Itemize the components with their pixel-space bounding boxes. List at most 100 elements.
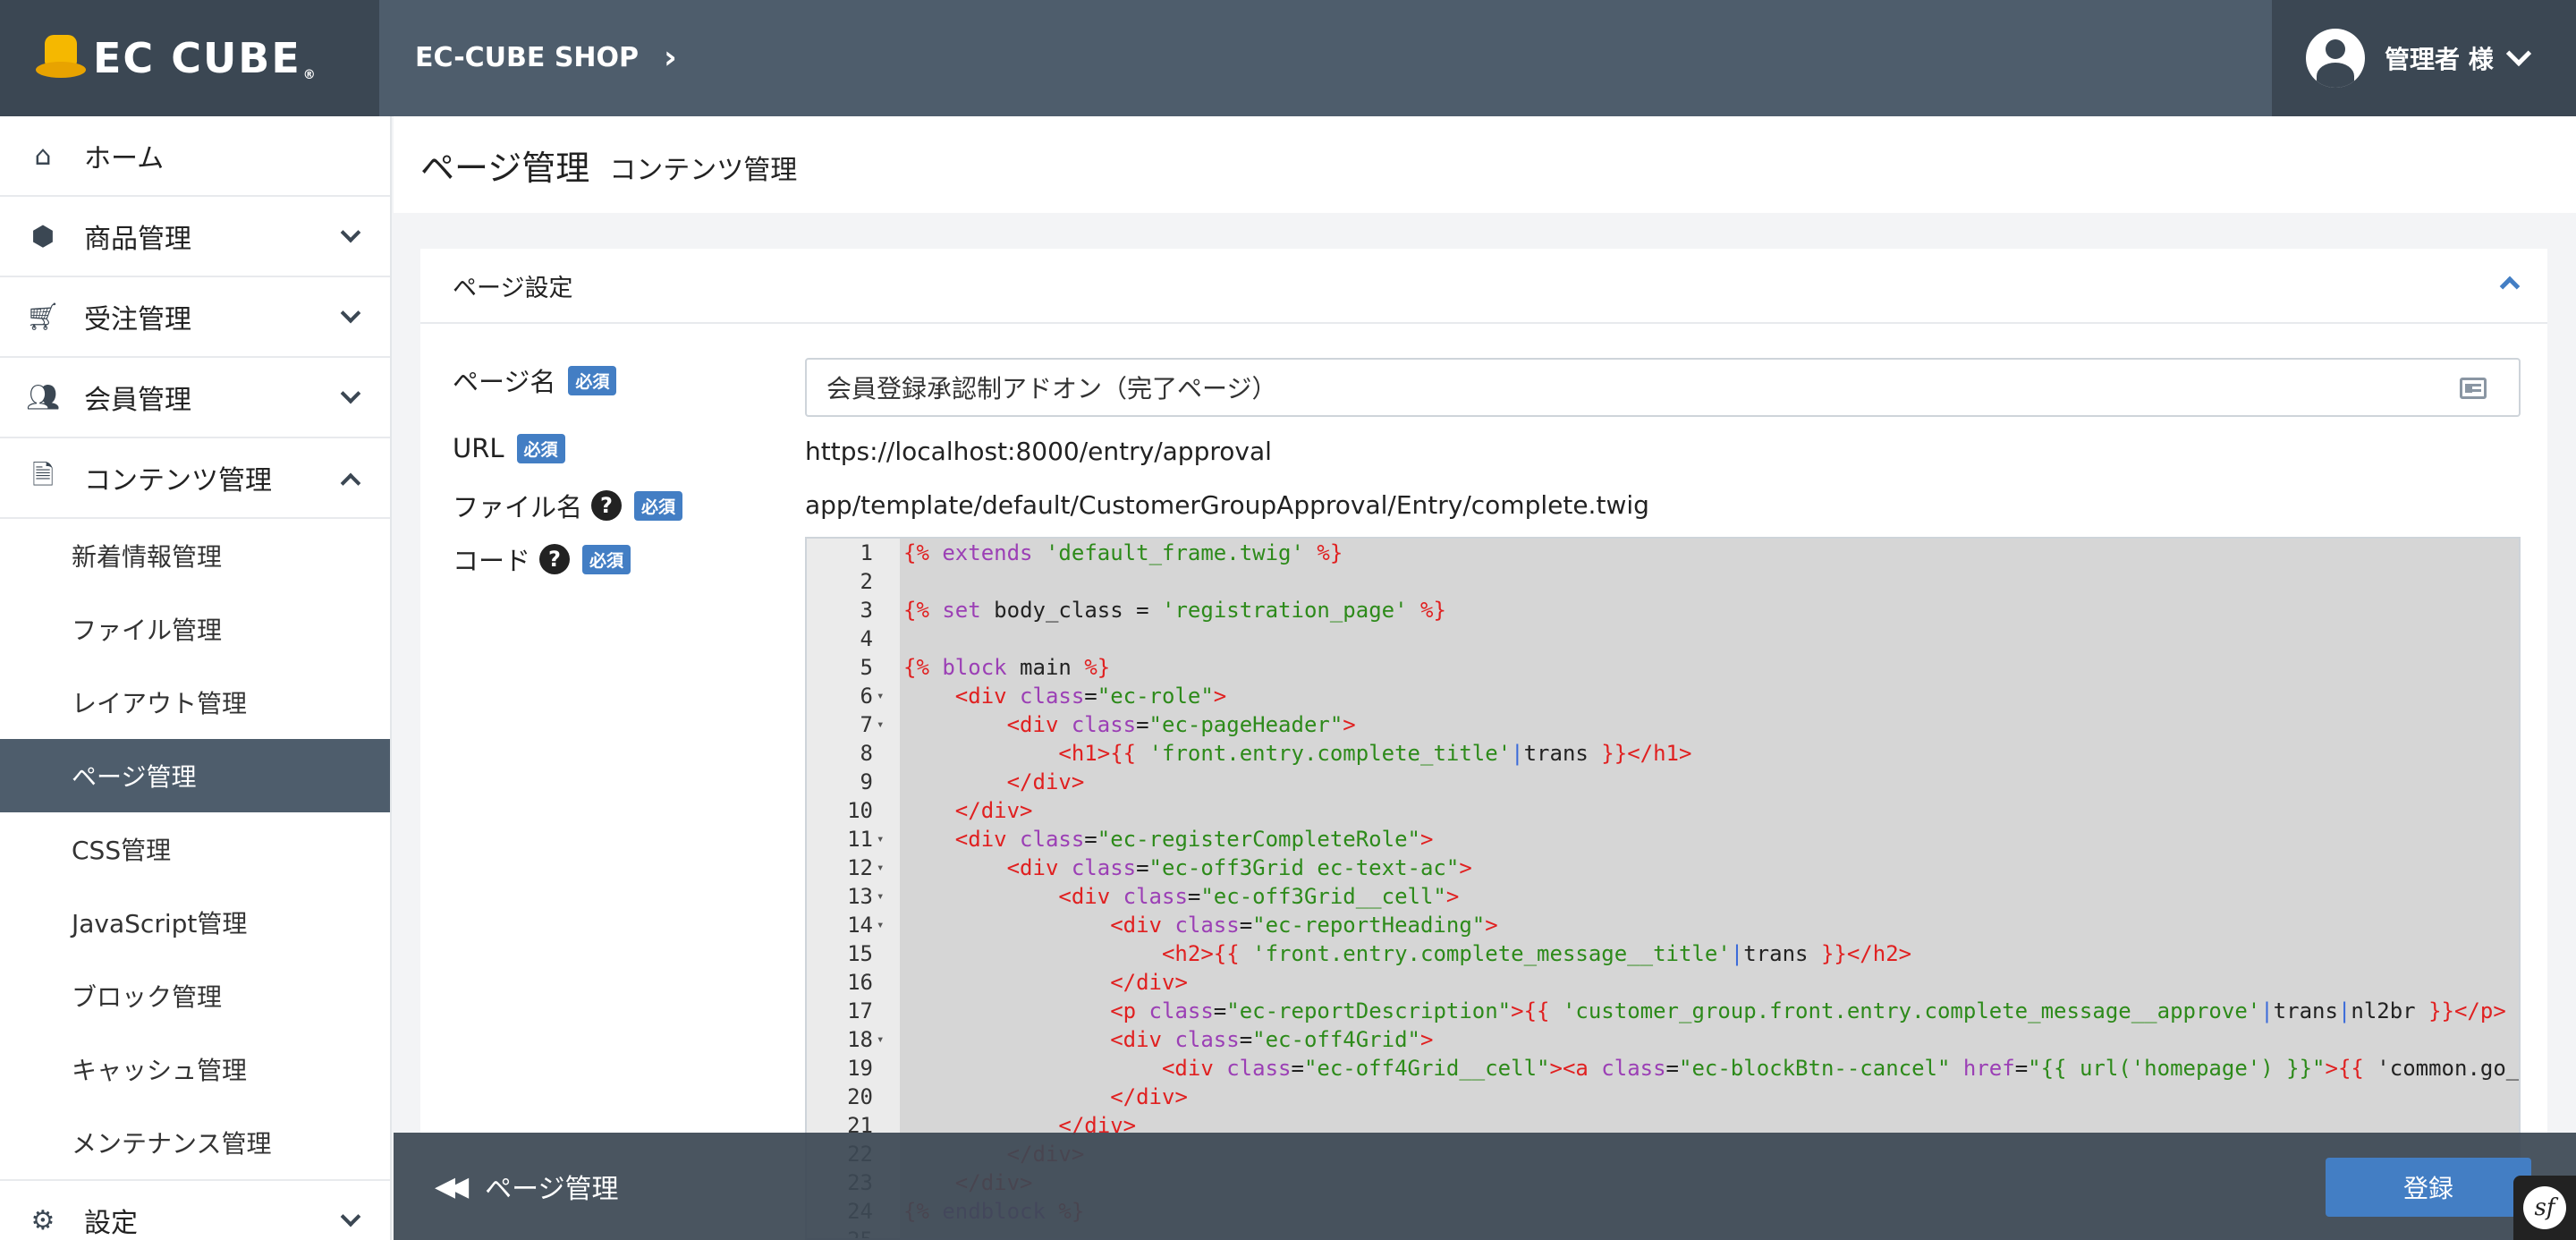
back-link[interactable]: ページ管理: [485, 1167, 618, 1206]
page-name-label: ページ名 必須: [453, 361, 617, 399]
ec-cube-logo[interactable]: EC CUBE ®: [36, 34, 318, 82]
sidebar-item-label: 会員管理: [84, 385, 191, 416]
code-line[interactable]: 19 <div class="ec-off4Grid__cell"><a cla…: [807, 1054, 2519, 1083]
line-number: 16: [847, 970, 873, 995]
page-title: ページ管理: [420, 148, 590, 188]
sidebar-subitem-javascript[interactable]: JavaScript管理: [0, 886, 390, 959]
double-chevron-left-icon[interactable]: ◀◀: [435, 1171, 469, 1202]
users-icon: 👥︎: [25, 381, 61, 413]
required-badge: 必須: [568, 365, 617, 395]
sidebar-subitem-news[interactable]: 新着情報管理: [0, 519, 390, 592]
line-number: 5: [860, 655, 873, 680]
sidebar-item-home[interactable]: ⌂ ホーム: [0, 116, 390, 197]
top-header: EC CUBE ® EC-CUBE SHOP › 管理者 様: [0, 0, 2576, 116]
submit-button[interactable]: 登録: [2326, 1158, 2531, 1217]
sidebar-subitem-css[interactable]: CSS管理: [0, 812, 390, 886]
sidebar-item-label: 受注管理: [84, 304, 191, 335]
line-number: 8: [860, 741, 873, 766]
sidebar-item-content[interactable]: 🗎︎ コンテンツ管理: [0, 438, 390, 519]
box-icon: ⬢: [30, 220, 55, 252]
chevron-down-icon: [340, 1206, 361, 1227]
code-line[interactable]: 8 <h1>{{ 'front.entry.complete_title'|tr…: [807, 739, 2519, 768]
code-label: コード ? 必須: [453, 540, 631, 578]
code-line[interactable]: 15 <h2>{{ 'front.entry.complete_message_…: [807, 939, 2519, 968]
code-line[interactable]: 6 ▾ <div class="ec-role">: [807, 682, 2519, 710]
content-submenu: 新着情報管理 ファイル管理 レイアウト管理 ページ管理 CSS管理 JavaSc…: [0, 519, 390, 1181]
sidebar-subitem-layout[interactable]: レイアウト管理: [0, 666, 390, 739]
fold-arrow-icon[interactable]: ▾: [877, 854, 884, 882]
fold-arrow-icon[interactable]: ▾: [877, 710, 884, 739]
sidebar: ⌂ ホーム ⬢ 商品管理 🛒︎ 受注管理 👥︎ 会員管理 🗎︎ コンテンツ管理 …: [0, 116, 392, 1240]
code-text: <div class="ec-role">: [954, 684, 1227, 709]
fold-arrow-icon[interactable]: ▾: [877, 882, 884, 911]
chevron-up-icon[interactable]: [2499, 276, 2521, 297]
fold-arrow-icon[interactable]: ▾: [877, 911, 884, 939]
code-line[interactable]: 13 ▾ <div class="ec-off3Grid__cell">: [807, 882, 2519, 911]
code-line[interactable]: 9 </div>: [807, 768, 2519, 796]
line-number: 19: [847, 1056, 873, 1081]
line-number: 2: [860, 569, 873, 594]
line-number: 14: [847, 913, 873, 938]
code-line[interactable]: 14 ▾ <div class="ec-reportHeading">: [807, 911, 2519, 939]
line-number: 3: [860, 598, 873, 623]
line-number: 18: [847, 1027, 873, 1052]
page-subtitle: コンテンツ管理: [609, 155, 798, 186]
sidebar-subitem-files[interactable]: ファイル管理: [0, 592, 390, 666]
chevron-down-icon: [340, 222, 361, 243]
line-number: 17: [847, 998, 873, 1023]
sidebar-subitem-cache[interactable]: キャッシュ管理: [0, 1032, 390, 1106]
fold-arrow-icon[interactable]: ▾: [877, 682, 884, 710]
fold-arrow-icon[interactable]: ▾: [877, 1025, 884, 1054]
code-text: <div class="ec-off3Grid ec-text-ac">: [1006, 855, 1472, 880]
code-line[interactable]: 18 ▾ <div class="ec-off4Grid">: [807, 1025, 2519, 1054]
page-name-input[interactable]: 会員登録承認制アドオン（完了ページ）: [805, 358, 2521, 417]
home-icon: ⌂: [34, 140, 52, 172]
card-header[interactable]: ページ設定: [420, 249, 2547, 324]
code-line[interactable]: 1 {% extends 'default_frame.twig' %}: [807, 539, 2519, 567]
page-heading: ページ管理 コンテンツ管理: [394, 116, 2576, 213]
sidebar-subitem-maintenance[interactable]: メンテナンス管理: [0, 1106, 390, 1179]
code-line[interactable]: 10 </div>: [807, 796, 2519, 825]
code-line[interactable]: 2: [807, 567, 2519, 596]
sidebar-item-settings[interactable]: ⚙︎ 設定: [0, 1181, 390, 1240]
chevron-down-icon: [340, 302, 361, 324]
code-line[interactable]: 17 <p class="ec-reportDescription">{{ 'c…: [807, 997, 2519, 1025]
code-line[interactable]: 20 </div>: [807, 1083, 2519, 1111]
code-line[interactable]: 16 </div>: [807, 968, 2519, 997]
sidebar-item-label: 設定: [84, 1208, 138, 1239]
code-line[interactable]: 3 {% set body_class = 'registration_page'…: [807, 596, 2519, 624]
sidebar-item-orders[interactable]: 🛒︎ 受注管理: [0, 277, 390, 358]
code-text: <div class="ec-off3Grid__cell">: [1058, 884, 1460, 909]
sidebar-item-customers[interactable]: 👥︎ 会員管理: [0, 358, 390, 438]
code-line[interactable]: 5 {% block main %}: [807, 653, 2519, 682]
required-badge: 必須: [582, 544, 631, 574]
sidebar-subitem-pages[interactable]: ページ管理: [0, 739, 390, 812]
line-number: 4: [860, 626, 873, 651]
code-text: {% block main %}: [903, 655, 1111, 680]
question-circle-icon[interactable]: ?: [591, 490, 623, 521]
fold-arrow-icon[interactable]: ▾: [877, 825, 884, 854]
code-line[interactable]: 12 ▾ <div class="ec-off3Grid ec-text-ac">: [807, 854, 2519, 882]
url-value: https://localhost:8000/entry/approval: [805, 437, 1272, 466]
code-text: {% set body_class = 'registration_page' …: [903, 598, 1446, 623]
label-text: ファイル名: [453, 492, 583, 522]
sidebar-item-products[interactable]: ⬢ 商品管理: [0, 197, 390, 277]
line-number: 12: [847, 855, 873, 880]
symfony-toolbar-toggle[interactable]: sf: [2513, 1176, 2576, 1240]
code-line[interactable]: 4: [807, 624, 2519, 653]
question-circle-icon[interactable]: ?: [539, 544, 571, 574]
code-text: </div>: [1110, 970, 1188, 995]
sidebar-item-label: コンテンツ管理: [84, 465, 272, 497]
user-name: 管理者 様: [2385, 45, 2494, 74]
code-line[interactable]: 7 ▾ <div class="ec-pageHeader">: [807, 710, 2519, 739]
user-menu[interactable]: 管理者 様: [2272, 0, 2576, 116]
shop-name: EC-CUBE SHOP: [415, 42, 640, 73]
code-line[interactable]: 11 ▾ <div class="ec-registerCompleteRole"…: [807, 825, 2519, 854]
code-text: <div class="ec-reportHeading">: [1110, 913, 1498, 938]
code-text: {% extends 'default_frame.twig' %}: [903, 540, 1343, 565]
shop-link[interactable]: EC-CUBE SHOP ›: [415, 39, 677, 76]
code-text: </div>: [1006, 769, 1085, 794]
file-name-value: app/template/default/CustomerGroupApprov…: [805, 490, 1649, 520]
chevron-right-icon: ›: [664, 39, 677, 76]
sidebar-subitem-blocks[interactable]: ブロック管理: [0, 959, 390, 1032]
